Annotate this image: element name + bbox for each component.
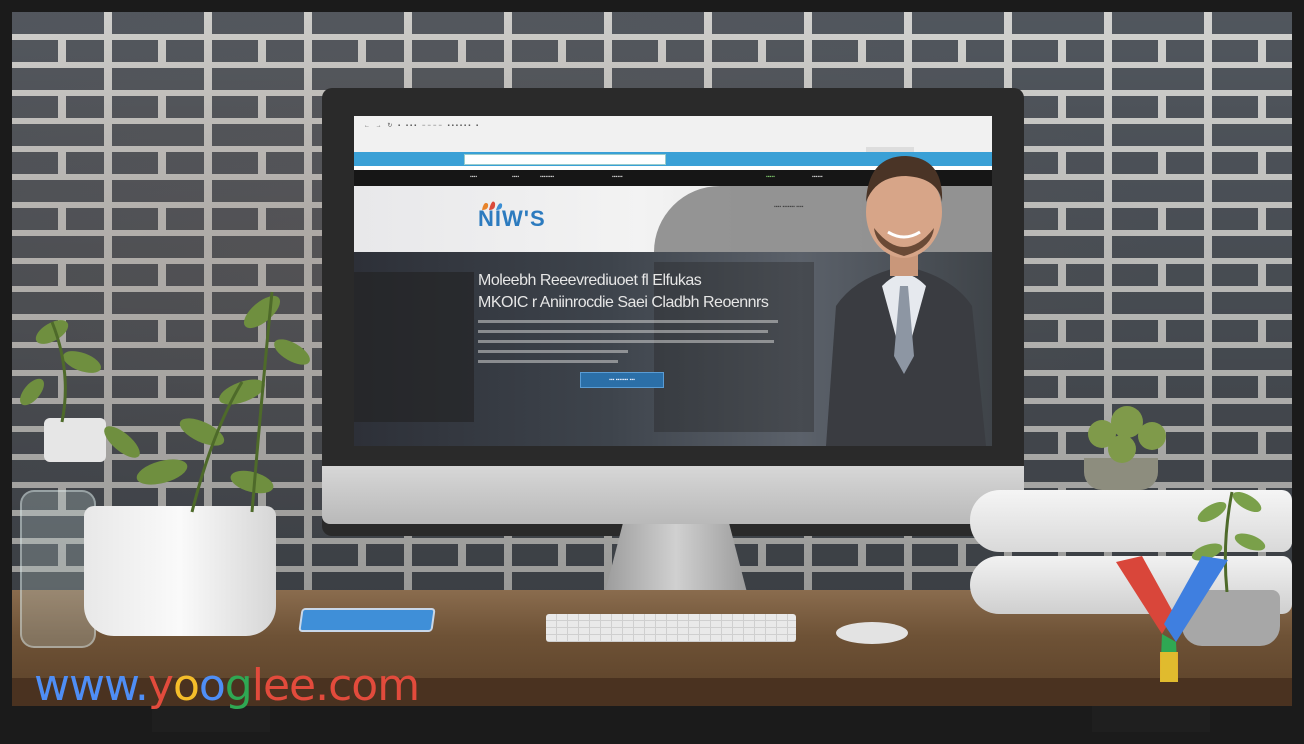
- nav-item-highlighted[interactable]: ▪▪▪▪▪: [766, 174, 775, 180]
- y-brand-logo-icon: [1116, 556, 1228, 682]
- hero-cta-button[interactable]: ▪▪▪ ▪▪▪▪▪▪▪ ▪▪▪: [580, 372, 664, 388]
- hero-title-line-2: MKOIC r Aniinrocdie Saei Cladbh Reoennrs: [478, 294, 769, 311]
- browser-address-input[interactable]: [464, 154, 666, 165]
- hero-title-line-1: Moleebh Reeevrediuoet fl Elfukas: [478, 272, 702, 289]
- header-link[interactable]: ▪▪▪▪ ▪▪▪▪▪▪▪ ▪▪▪▪: [774, 204, 803, 210]
- background-shelf: [354, 272, 474, 422]
- businessman-photo: [826, 156, 986, 446]
- site-logo[interactable]: NIW'S: [478, 206, 546, 232]
- large-white-planter: [84, 506, 276, 636]
- watermark-part: y: [147, 660, 174, 711]
- nav-item[interactable]: ▪▪▪▪: [470, 174, 477, 180]
- watermark-part: g: [224, 660, 253, 711]
- nav-item[interactable]: ▪▪▪▪: [512, 174, 519, 180]
- watermark-text: www.yooglee.com: [34, 660, 420, 711]
- hero-body-text: [478, 320, 778, 370]
- watermark-part: lee.com: [251, 660, 420, 711]
- watermark-part: o: [198, 660, 226, 711]
- nav-item[interactable]: ▪▪▪▪▪▪▪▪: [540, 174, 554, 180]
- keyboard: [546, 614, 796, 642]
- nav-item[interactable]: ▪▪▪▪▪▪: [612, 174, 623, 180]
- right-plant-leaves: [1088, 406, 1166, 463]
- browser-tab-strip[interactable]: ← → ↻ ▪ ▪▪▪ −−−− ▪▪▪▪▪▪ ▪: [364, 122, 480, 129]
- left-plant-leaves: [20, 291, 310, 513]
- smartphone: [298, 608, 436, 632]
- monitor-chin: [322, 466, 1024, 524]
- watermark-part: o: [172, 660, 200, 711]
- watermark-part: www.: [34, 660, 149, 711]
- photo-frame: ← → ↻ ▪ ▪▪▪ −−−− ▪▪▪▪▪▪ ▪ ▪▪▪▪ ▪▪▪▪ ▪▪▪▪…: [12, 12, 1292, 732]
- desk-leg: [1092, 706, 1210, 732]
- monitor-screen: ← → ↻ ▪ ▪▪▪ −−−− ▪▪▪▪▪▪ ▪ ▪▪▪▪ ▪▪▪▪ ▪▪▪▪…: [354, 116, 992, 446]
- computer-mouse: [836, 622, 908, 644]
